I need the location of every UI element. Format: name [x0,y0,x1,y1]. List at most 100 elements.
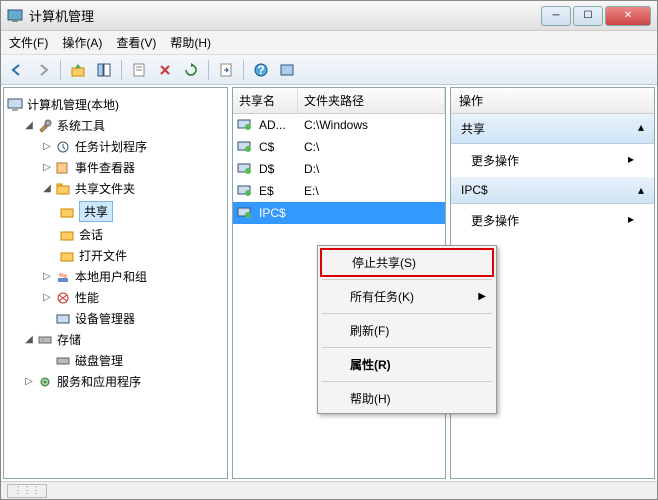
menu-view[interactable]: 查看(V) [116,34,156,51]
tree-panel: 计算机管理(本地) ◢ 系统工具 ▷ 任务计划程序 ▷ 事件查看器 ◢ 共享文件… [3,87,228,479]
status-bar: ⋮⋮⋮ [1,481,657,499]
menu-bar: 文件(F) 操作(A) 查看(V) 帮助(H) [1,31,657,55]
actions-more-1[interactable]: 更多操作 ▸ [451,144,654,177]
actions-section-ipc[interactable]: IPC$ ▴ [451,177,654,204]
folder-share-icon [54,181,72,197]
performance-icon [54,290,72,306]
expand-icon[interactable]: ▷ [40,271,54,282]
share-path: C:\ [304,140,319,154]
collapse-icon[interactable]: ◢ [22,120,36,131]
delete-button[interactable] [153,58,177,82]
tree-label: 存储 [57,331,81,348]
ctx-refresh[interactable]: 刷新(F) [318,316,496,345]
share-icon [237,161,255,177]
tree-storage[interactable]: ◢ 存储 [6,329,225,350]
tree-event-viewer[interactable]: ▷ 事件查看器 [6,157,225,178]
tree-label: 磁盘管理 [75,352,123,369]
submenu-arrow-icon: ▶ [478,291,486,302]
tree-label: 服务和应用程序 [57,373,141,390]
actions-more-2[interactable]: 更多操作 ▸ [451,204,654,237]
tree-disk-mgmt[interactable]: 磁盘管理 [6,350,225,371]
close-button[interactable]: ✕ [605,6,651,26]
tree-label: 性能 [75,289,99,306]
ctx-all-tasks[interactable]: 所有任务(K) ▶ [318,282,496,311]
collapse-icon[interactable]: ◢ [40,183,54,194]
ctx-properties[interactable]: 属性(R) [318,350,496,379]
tree-root[interactable]: 计算机管理(本地) [6,94,225,115]
tree-label: 打开文件 [79,247,127,264]
storage-icon [36,332,54,348]
share-name: D$ [259,162,304,176]
tree-local-users[interactable]: ▷ 本地用户和组 [6,266,225,287]
menu-help[interactable]: 帮助(H) [170,34,211,51]
action-label: 更多操作 [471,212,519,229]
share-name: AD... [259,118,304,132]
expand-icon[interactable]: ▷ [40,292,54,303]
submenu-arrow-icon: ▸ [628,212,634,229]
share-icon [237,183,255,199]
expand-icon[interactable]: ▷ [40,141,54,152]
tree-shares[interactable]: 共享 [6,199,225,224]
list-row[interactable]: AD... C:\Windows [233,114,445,136]
export-button[interactable] [214,58,238,82]
share-name: E$ [259,184,304,198]
toolbar: ? [1,55,657,85]
help-button[interactable]: ? [249,58,273,82]
tree-sessions[interactable]: 会话 [6,224,225,245]
separator [322,313,492,314]
list-row[interactable]: D$ D:\ [233,158,445,180]
list-row[interactable]: C$ C:\ [233,136,445,158]
tree-label: 会话 [79,226,103,243]
view-button[interactable] [275,58,299,82]
menu-file[interactable]: 文件(F) [9,34,48,51]
col-share-name[interactable]: 共享名 [233,88,298,113]
device-icon [54,311,72,327]
maximize-button[interactable]: ☐ [573,6,603,26]
users-icon [54,269,72,285]
window-title: 计算机管理 [29,6,539,25]
menu-action[interactable]: 操作(A) [62,34,102,51]
folder-icon [58,227,76,243]
tree-task-scheduler[interactable]: ▷ 任务计划程序 [6,136,225,157]
expand-icon[interactable]: ▷ [40,162,54,173]
expand-icon[interactable]: ▷ [22,376,36,387]
col-folder-path[interactable]: 文件夹路径 [298,88,445,113]
share-name: C$ [259,140,304,154]
tree-device-manager[interactable]: 设备管理器 [6,308,225,329]
actions-section-share[interactable]: 共享 ▴ [451,114,654,144]
actions-header: 操作 [451,88,654,114]
submenu-arrow-icon: ▸ [628,152,634,169]
disk-icon [54,353,72,369]
back-button[interactable] [5,58,29,82]
section-label: 共享 [461,120,485,137]
tree-services[interactable]: ▷ 服务和应用程序 [6,371,225,392]
tools-icon [36,118,54,134]
separator [322,347,492,348]
clock-icon [54,139,72,155]
tree-system-tools[interactable]: ◢ 系统工具 [6,115,225,136]
forward-button[interactable] [31,58,55,82]
minimize-button[interactable]: ─ [541,6,571,26]
separator [322,381,492,382]
ctx-label: 帮助(H) [350,390,391,407]
properties-button[interactable] [127,58,151,82]
ctx-stop-sharing[interactable]: 停止共享(S) [320,248,494,277]
collapse-icon[interactable]: ◢ [22,334,36,345]
context-menu: 停止共享(S) 所有任务(K) ▶ 刷新(F) 属性(R) 帮助(H) [317,245,497,414]
share-name: IPC$ [259,206,304,220]
list-row-selected[interactable]: IPC$ [233,202,445,224]
svg-text:?: ? [257,63,264,77]
show-hide-button[interactable] [92,58,116,82]
tree-shared-folders[interactable]: ◢ 共享文件夹 [6,178,225,199]
tree-open-files[interactable]: 打开文件 [6,245,225,266]
computer-icon [6,97,24,113]
app-icon [7,8,23,24]
tree-performance[interactable]: ▷ 性能 [6,287,225,308]
ctx-help[interactable]: 帮助(H) [318,384,496,413]
up-button[interactable] [66,58,90,82]
ctx-label: 属性(R) [350,356,391,373]
tree-label: 共享 [79,201,113,222]
folder-icon [58,248,76,264]
list-row[interactable]: E$ E:\ [233,180,445,202]
refresh-button[interactable] [179,58,203,82]
